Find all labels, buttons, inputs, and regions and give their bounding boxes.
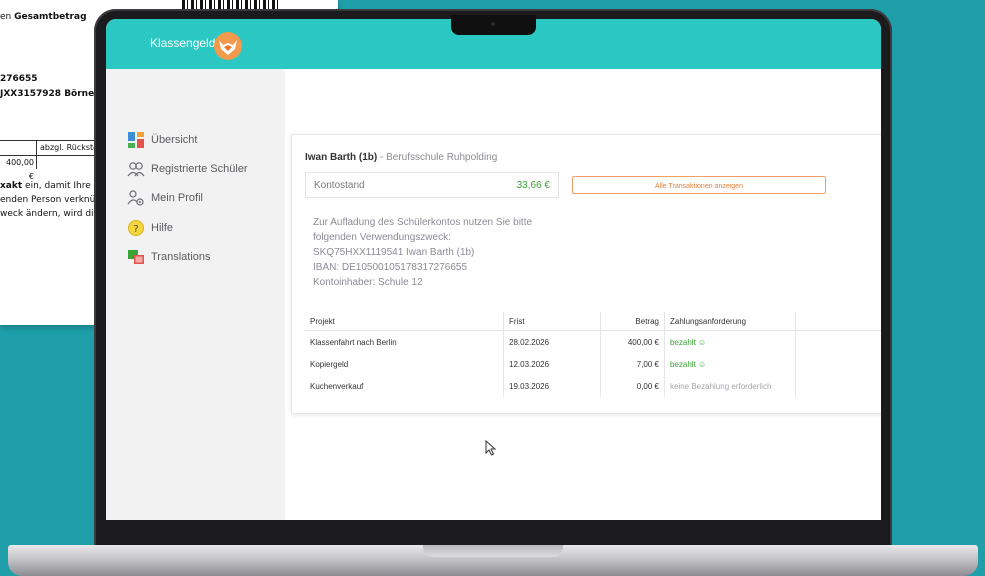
profile-settings-icon bbox=[127, 189, 145, 207]
cell-status: bezahlt ☺ bbox=[664, 353, 796, 375]
table-row[interactable]: Kopiergeld 12.03.2026 7,00 € bezahlt ☺ bbox=[305, 353, 881, 375]
transactions-table: Projekt Frist Betrag Zahlungsanforderung… bbox=[305, 312, 881, 397]
sidebar-item-label: Translations bbox=[151, 251, 211, 263]
column-header-amount[interactable]: Betrag bbox=[600, 312, 665, 331]
payment-info-line: folgenden Verwendungszweck: bbox=[313, 232, 451, 243]
doc-line-exact: xakt ein, damit Ihre Z bbox=[0, 181, 100, 191]
cell-deadline: 28.02.2026 bbox=[503, 330, 601, 353]
cell-project: Kopiergeld bbox=[305, 353, 504, 375]
fox-logo-icon[interactable] bbox=[213, 31, 243, 61]
sidebar-item-translations[interactable]: Translations bbox=[127, 248, 211, 266]
doc-table-value: 400,00 € bbox=[0, 155, 36, 181]
payment-info: Zur Aufladung des Schülerkontos nutzen S… bbox=[313, 215, 532, 290]
doc-line-person: enden Person verknüp bbox=[0, 195, 102, 205]
smile-icon: ☺ bbox=[698, 359, 707, 369]
student-name: Iwan Barth (1b) bbox=[305, 152, 378, 163]
laptop-base-groove bbox=[423, 545, 563, 557]
main-content: Iwan Barth (1b) - Berufsschule Ruhpoldin… bbox=[285, 69, 881, 520]
balance-label: Kontostand bbox=[314, 180, 365, 191]
smile-icon: ☺ bbox=[698, 337, 707, 347]
payment-iban: IBAN: DE10500105178317276655 bbox=[313, 262, 468, 273]
column-header-status[interactable]: Zahlungsanforderung bbox=[664, 312, 796, 331]
sidebar-item-overview[interactable]: Übersicht bbox=[127, 131, 197, 149]
status-text: bezahlt bbox=[670, 337, 696, 347]
cell-amount: 0,00 € bbox=[600, 375, 665, 397]
column-header-empty bbox=[795, 312, 881, 331]
doc-line-reference: JXX3157928 Börner bbox=[0, 89, 99, 99]
column-header-project[interactable]: Projekt bbox=[305, 312, 504, 331]
cell-empty bbox=[796, 375, 882, 397]
sidebar-item-profile[interactable]: Mein Profil bbox=[127, 189, 203, 207]
mouse-cursor-icon bbox=[485, 440, 497, 456]
cell-empty bbox=[796, 331, 882, 354]
cell-project: Kuchenverkauf bbox=[305, 375, 504, 397]
all-transactions-button[interactable]: Alle Transaktionen anzeigen bbox=[572, 176, 826, 194]
doc-line-exact-bold: xakt bbox=[0, 181, 23, 191]
cell-amount: 400,00 € bbox=[600, 330, 665, 353]
cell-empty bbox=[796, 353, 882, 375]
sidebar-item-help[interactable]: ? Hilfe bbox=[127, 219, 173, 237]
doc-line-exact-rest: ein, damit Ihre Z bbox=[22, 181, 100, 191]
balance-value: 33,66 € bbox=[516, 180, 550, 191]
sidebar-item-label: Übersicht bbox=[151, 134, 198, 146]
translate-icon bbox=[127, 248, 145, 266]
doc-line-total: en Gesamtbetrag bbox=[0, 12, 87, 22]
sidebar-item-students[interactable]: Registrierte Schüler bbox=[127, 160, 248, 178]
sidebar-item-label: Hilfe bbox=[151, 222, 174, 234]
payment-account-holder: Kontoinhaber: Schule 12 bbox=[313, 277, 423, 288]
app-brand[interactable]: Klassengeld bbox=[150, 36, 215, 50]
payment-reference: SKQ75HXX1119541 Iwan Barth (1b) bbox=[313, 247, 475, 258]
account-card: Iwan Barth (1b) - Berufsschule Ruhpoldin… bbox=[291, 134, 881, 414]
cell-deadline: 19.03.2026 bbox=[503, 375, 601, 397]
cell-deadline: 12.03.2026 bbox=[503, 353, 601, 375]
doc-line-iban: 276655 bbox=[0, 74, 38, 84]
help-icon: ? bbox=[127, 219, 145, 237]
sidebar-item-label: Registrierte Schüler bbox=[151, 163, 248, 175]
table-row[interactable]: Kuchenverkauf 19.03.2026 0,00 € keine Be… bbox=[305, 375, 881, 397]
account-title: Iwan Barth (1b) - Berufsschule Ruhpoldin… bbox=[305, 152, 497, 163]
school-name: - Berufsschule Ruhpolding bbox=[377, 152, 498, 163]
cell-status: keine Bezahlung erforderlich bbox=[664, 375, 796, 397]
doc-line-total-prefix: en bbox=[0, 12, 15, 22]
doc-line-total-bold: Gesamtbetrag bbox=[14, 12, 87, 22]
camera-icon bbox=[491, 22, 495, 26]
sidebar-item-label: Mein Profil bbox=[151, 192, 203, 204]
table-header-row: Projekt Frist Betrag Zahlungsanforderung bbox=[305, 312, 881, 331]
users-icon bbox=[127, 160, 145, 178]
cell-amount: 7,00 € bbox=[600, 353, 665, 375]
payment-info-line: Zur Aufladung des Schülerkontos nutzen S… bbox=[313, 217, 533, 228]
status-text: bezahlt bbox=[670, 359, 696, 369]
sidebar: Übersicht Registrierte Schüler Mein Prof… bbox=[106, 69, 285, 520]
dashboard-icon bbox=[127, 131, 145, 149]
column-header-deadline[interactable]: Frist bbox=[503, 312, 601, 331]
cell-status: bezahlt ☺ bbox=[664, 330, 796, 353]
svg-text:?: ? bbox=[133, 224, 138, 235]
cell-project: Klassenfahrt nach Berlin bbox=[305, 330, 504, 353]
doc-line-purpose: weck ändern, wird di bbox=[0, 209, 94, 219]
table-row[interactable]: Klassenfahrt nach Berlin 28.02.2026 400,… bbox=[305, 330, 882, 354]
balance-box: Kontostand 33,66 € bbox=[305, 172, 559, 198]
